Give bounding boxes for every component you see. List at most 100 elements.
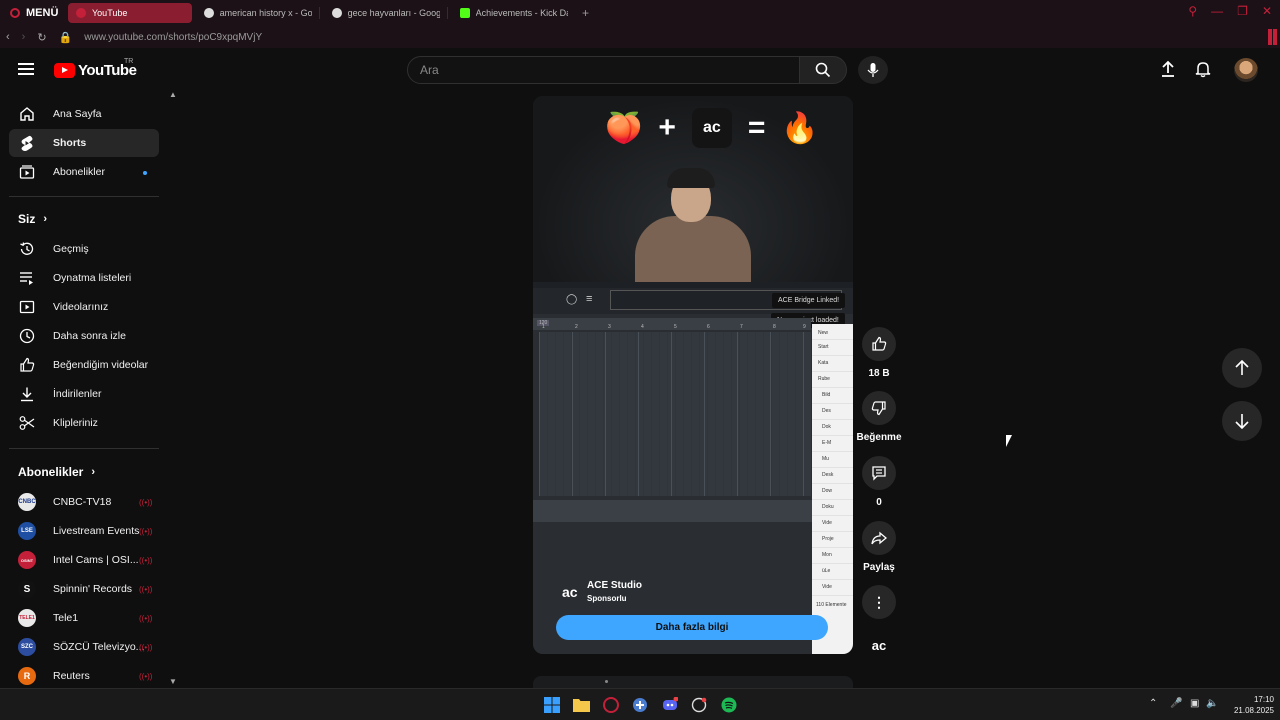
subscription-item-cnbc[interactable]: CNBC CNBC-TV18 xyxy=(9,488,159,516)
subscription-item-intel-cams[interactable]: OSINT Intel Cams | OSI... xyxy=(9,546,159,574)
sidebar-item-home[interactable]: Ana Sayfa xyxy=(9,100,159,128)
comment-icon xyxy=(872,466,886,481)
youtube-favicon-icon xyxy=(76,8,86,18)
sidebar-item-downloads[interactable]: İndirilenler xyxy=(9,380,159,408)
subscription-item-reuters[interactable]: R Reuters xyxy=(9,662,159,688)
subscription-item-spinnin-records[interactable]: S Spinnin' Records xyxy=(9,575,159,603)
create-upload-button[interactable] xyxy=(1159,60,1177,78)
share-label: Paylaş xyxy=(863,562,895,573)
back-icon[interactable]: ‹ xyxy=(6,31,10,43)
url-field[interactable]: www.youtube.com/shorts/poC9xpqMVjY xyxy=(84,32,262,43)
tab-label: american history x - Goog xyxy=(219,8,312,18)
notifications-button[interactable] xyxy=(1194,60,1212,78)
sidebar-item-label: Shorts xyxy=(53,137,87,149)
bell-icon xyxy=(1195,62,1211,78)
new-tab-icon[interactable]: + xyxy=(582,6,589,20)
ruler-number: 6 xyxy=(707,324,710,330)
subscriptions-heading-label: Abonelikler xyxy=(18,465,84,479)
search-placeholder: Ara xyxy=(420,63,439,77)
more-action: ⋮ xyxy=(862,585,896,619)
previous-short-button[interactable] xyxy=(1222,348,1262,388)
learn-more-button[interactable]: Daha fazla bilgi xyxy=(556,615,828,640)
browser-tab-bar: MENÜ YouTube american history x - Goog g… xyxy=(0,0,1280,26)
tab-youtube[interactable]: YouTube xyxy=(68,3,192,23)
steam-like-icon[interactable] xyxy=(691,697,707,713)
mouse-cursor-icon xyxy=(1006,435,1012,447)
user-avatar[interactable] xyxy=(1234,58,1258,82)
sidebar-item-playlists[interactable]: Oynatma listeleri xyxy=(9,264,159,292)
minimize-icon[interactable]: — xyxy=(1211,4,1223,18)
history-icon xyxy=(18,240,36,258)
tab-gece-hayvanlari[interactable]: gece hayvanları - Google xyxy=(324,3,448,23)
channel-avatar: CNBC xyxy=(18,493,36,511)
sidebar-item-label: Beğendiğim videolar xyxy=(53,359,149,371)
sidebar-item-shorts[interactable]: Shorts xyxy=(9,129,159,157)
taskbar-clock[interactable]: 17:10 21.08.2025 xyxy=(1224,694,1274,716)
sidebar-item-clips[interactable]: Klipleriniz xyxy=(9,409,159,437)
share-action: Paylaş xyxy=(862,521,896,573)
dislike-label: Beğenme xyxy=(856,432,902,443)
sidebar-item-history[interactable]: Geçmiş xyxy=(9,235,159,263)
subscription-item-tele1[interactable]: TELE1 Tele1 xyxy=(9,604,159,632)
sidebar-scroll-down-icon[interactable]: ▼ xyxy=(169,677,177,686)
share-button[interactable] xyxy=(862,521,896,555)
scissors-icon xyxy=(18,414,36,432)
sidebar-item-label: Ana Sayfa xyxy=(53,108,102,120)
search-input[interactable]: Ara xyxy=(407,56,800,84)
daw-piano-roll-grid xyxy=(539,332,811,496)
channel-avatar: S xyxy=(18,580,36,598)
fruit-icon: 🍑 xyxy=(605,111,643,145)
browser-menu-button[interactable]: MENÜ xyxy=(0,0,64,26)
reload-icon[interactable]: ↻ xyxy=(37,31,46,44)
sidebar-item-liked-videos[interactable]: Beğendiğim videolar xyxy=(9,351,159,379)
next-short-preview[interactable] xyxy=(533,676,853,688)
windows-start-icon[interactable] xyxy=(544,697,560,713)
sponsor-name[interactable]: ACE Studio xyxy=(587,580,642,591)
sidebar-item-your-videos[interactable]: Videolarınız xyxy=(9,293,159,321)
file-explorer-icon[interactable] xyxy=(573,697,590,713)
learn-more-label: Daha fazla bilgi xyxy=(655,622,729,633)
search-button[interactable] xyxy=(799,56,847,84)
subscription-item-sozcu[interactable]: SZC SÖZCÜ Televizyo... xyxy=(9,633,159,661)
discord-icon[interactable] xyxy=(662,696,679,713)
google-favicon-icon xyxy=(204,8,214,18)
voice-search-button[interactable] xyxy=(858,56,888,84)
tray-volume-icon[interactable]: 🔈 xyxy=(1206,698,1218,709)
subscriptions-section-heading[interactable]: Abonelikler › xyxy=(18,465,95,479)
clock-date: 21.08.2025 xyxy=(1233,706,1274,715)
dislike-button[interactable] xyxy=(862,391,896,425)
spotify-icon[interactable] xyxy=(721,697,737,713)
sidebar-toggle-icon[interactable] xyxy=(1268,29,1272,45)
close-window-icon[interactable]: ✕ xyxy=(1262,4,1272,18)
tab-american-history[interactable]: american history x - Goog xyxy=(196,3,320,23)
sidebar-item-watch-later[interactable]: Daha sonra izle xyxy=(9,322,159,350)
tray-network-icon[interactable]: ▣ xyxy=(1190,698,1199,709)
opera-gx-icon[interactable] xyxy=(603,697,619,713)
channel-avatar: TELE1 xyxy=(18,609,36,627)
comments-button[interactable] xyxy=(862,456,896,490)
tray-microphone-icon[interactable]: 🎤 xyxy=(1170,698,1182,709)
you-section-heading[interactable]: Siz › xyxy=(18,212,47,226)
channel-avatar: LSE xyxy=(18,522,36,540)
game-app-icon[interactable] xyxy=(632,697,648,713)
tray-expand-icon[interactable]: ⌃ xyxy=(1149,698,1157,709)
sidebar-item-subscriptions[interactable]: Abonelikler xyxy=(9,158,159,186)
restore-icon[interactable]: ❐ xyxy=(1237,4,1248,18)
like-button[interactable] xyxy=(862,327,896,361)
subscription-item-livestream-events[interactable]: LSE Livestream Events xyxy=(9,517,159,545)
like-action: 18 B xyxy=(862,327,896,379)
next-short-button[interactable] xyxy=(1222,401,1262,441)
tab-achievements[interactable]: Achievements - Kick Dash xyxy=(452,3,576,23)
sound-source-ace-studio-icon[interactable]: ac xyxy=(866,638,892,660)
shorts-icon xyxy=(18,134,36,152)
sidebar-scroll-up-icon[interactable]: ▲ xyxy=(169,90,177,99)
browser-menu-label: MENÜ xyxy=(26,7,59,19)
search-tabs-icon[interactable]: ⚲ xyxy=(1188,4,1197,18)
hamburger-menu-icon[interactable] xyxy=(18,63,34,75)
more-vertical-icon: ⋮ xyxy=(872,594,886,610)
plus-icon: + xyxy=(658,111,676,144)
more-options-button[interactable]: ⋮ xyxy=(862,585,896,619)
sidebar-item-label: Oynatma listeleri xyxy=(53,272,132,284)
daw-bottom-panel xyxy=(533,500,812,522)
forward-icon[interactable]: › xyxy=(22,31,26,43)
